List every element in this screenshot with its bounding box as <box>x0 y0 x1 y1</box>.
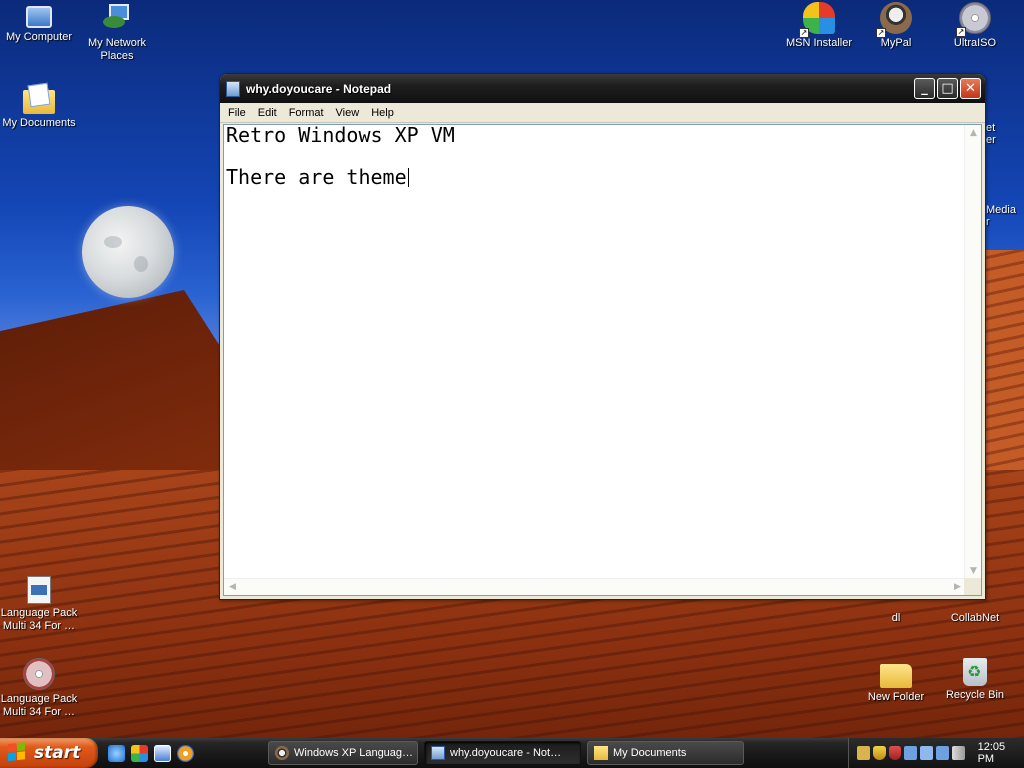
media-player-icon[interactable] <box>177 744 194 762</box>
internet-explorer-icon[interactable] <box>108 744 125 762</box>
quick-launch <box>108 744 258 762</box>
folder-icon <box>880 664 912 688</box>
ultraiso-icon: ↗ <box>956 2 991 37</box>
clock[interactable]: 12:05 PM <box>978 741 1024 765</box>
menu-bar: File Edit Format View Help <box>220 103 985 123</box>
close-button[interactable]: ✕ <box>960 78 981 99</box>
partial-desktop-label: Media <box>986 204 1016 216</box>
desktop-icon-dl[interactable]: dl <box>857 612 935 625</box>
taskbar-task-language-pack[interactable]: Windows XP Languag… <box>268 741 418 765</box>
desktop-icon-label: CollabNet <box>950 612 1000 624</box>
desktop-icon-label: UltraISO <box>953 37 997 49</box>
disc-image-icon <box>23 658 55 690</box>
text-line: There are theme <box>226 165 407 189</box>
partial-desktop-label: r <box>986 216 990 228</box>
task-label: Windows XP Languag… <box>294 747 414 759</box>
shortcut-arrow-icon: ↗ <box>956 27 966 37</box>
partial-desktop-label: et <box>986 122 996 134</box>
mypal-icon <box>275 746 289 760</box>
text-line <box>226 146 964 167</box>
desktop-icon-label: dl <box>891 612 901 624</box>
minimize-button[interactable]: _ <box>914 78 935 99</box>
window-title: why.doyoucare - Notepad <box>246 81 392 96</box>
desktop-icon-recycle-bin[interactable]: Recycle Bin <box>936 658 1014 702</box>
text-edit-area[interactable]: Retro Windows XP VM There are theme ▲ ▼ … <box>223 124 982 596</box>
windows-logo-icon <box>8 742 28 763</box>
my-computer-icon <box>26 6 52 28</box>
text-content[interactable]: Retro Windows XP VM There are theme <box>224 125 966 580</box>
partial-desktop-label: er <box>986 134 996 146</box>
taskbar: start Windows XP Languag… why.doyoucare … <box>0 738 1024 768</box>
desktop-icon-network-places[interactable]: My Network Places <box>78 2 156 63</box>
desktop-icon-label: My Computer <box>5 31 73 43</box>
recycle-bin-icon <box>963 658 987 686</box>
vertical-scrollbar[interactable]: ▲ ▼ <box>964 125 981 580</box>
desktop-icon-label: Recycle Bin <box>945 689 1005 701</box>
menu-file[interactable]: File <box>222 107 252 119</box>
maximize-button[interactable]: □ <box>937 78 958 99</box>
task-label: My Documents <box>613 747 687 759</box>
paint-icon[interactable] <box>131 744 148 762</box>
speaker-icon[interactable] <box>951 746 965 760</box>
desktop-icon-my-computer[interactable]: My Computer <box>0 2 78 44</box>
network-icon[interactable] <box>904 746 918 760</box>
desktop-icon-new-folder[interactable]: New Folder <box>857 658 935 704</box>
desktop-icon-label: Language Pack Multi 34 For … <box>0 693 78 718</box>
folder-icon <box>594 746 608 760</box>
shortcut-arrow-icon: ↗ <box>876 28 886 38</box>
scroll-up-arrow-icon[interactable]: ▲ <box>965 125 982 142</box>
taskbar-task-notepad[interactable]: why.doyoucare - Not… <box>424 741 581 765</box>
desktop-icon-label: My Network Places <box>87 37 147 62</box>
text-caret <box>407 168 409 187</box>
network-icon[interactable] <box>935 746 949 760</box>
notepad-window[interactable]: why.doyoucare - Notepad _ □ ✕ File Edit … <box>219 73 986 600</box>
desktop-icon-my-documents[interactable]: My Documents <box>0 84 78 130</box>
desktop-icon-ultraiso[interactable]: ↗ UltraISO <box>936 2 1014 50</box>
desktop-icon-label: My Documents <box>2 117 76 129</box>
size-grip[interactable] <box>964 578 981 595</box>
msn-icon: ↗ <box>799 2 835 38</box>
text-line: Retro Windows XP VM <box>226 123 455 147</box>
network-places-icon <box>101 2 133 34</box>
horizontal-scrollbar[interactable]: ◀ ▶ <box>224 578 966 595</box>
taskbar-task-my-documents[interactable]: My Documents <box>587 741 744 765</box>
start-button[interactable]: start <box>0 738 98 768</box>
desktop-icon-label: MSN Installer <box>785 37 853 49</box>
mypal-icon: ↗ <box>876 2 912 38</box>
desktop-icon-collabnet[interactable]: CollabNet <box>936 612 1014 625</box>
my-documents-icon <box>23 90 55 114</box>
text-line-current: There are theme <box>226 167 964 188</box>
security-icon[interactable] <box>888 746 902 760</box>
desktop-icon-label: MyPal <box>880 37 912 49</box>
key-icon[interactable] <box>857 746 870 760</box>
system-tray: 12:05 PM <box>848 738 1024 768</box>
notepad-icon <box>226 80 240 97</box>
shortcut-arrow-icon: ↗ <box>799 28 809 38</box>
setup-file-icon <box>27 576 51 604</box>
start-label: start <box>34 743 81 763</box>
desktop-icon-label: New Folder <box>867 691 925 703</box>
desktop-icon-language-pack-disc[interactable]: Language Pack Multi 34 For … <box>0 658 78 719</box>
desktop-icon-label: Language Pack Multi 34 For … <box>0 607 78 632</box>
network-icon[interactable] <box>920 746 933 760</box>
desktop-icon-mypal[interactable]: ↗ MyPal <box>857 2 935 50</box>
desktop-icon-language-pack-setup[interactable]: Language Pack Multi 34 For … <box>0 576 78 633</box>
desktop-icon-msn-installer[interactable]: ↗ MSN Installer <box>780 2 858 50</box>
scroll-left-arrow-icon[interactable]: ◀ <box>224 579 241 596</box>
menu-view[interactable]: View <box>330 107 366 119</box>
menu-edit[interactable]: Edit <box>252 107 283 119</box>
menu-format[interactable]: Format <box>283 107 330 119</box>
wallpaper-moon <box>82 206 174 298</box>
shield-icon[interactable] <box>872 746 886 760</box>
menu-help[interactable]: Help <box>365 107 400 119</box>
ie-alt-icon[interactable] <box>154 744 171 762</box>
title-bar[interactable]: why.doyoucare - Notepad _ □ ✕ <box>220 74 985 103</box>
task-label: why.doyoucare - Not… <box>450 747 562 759</box>
notepad-icon <box>431 746 445 760</box>
